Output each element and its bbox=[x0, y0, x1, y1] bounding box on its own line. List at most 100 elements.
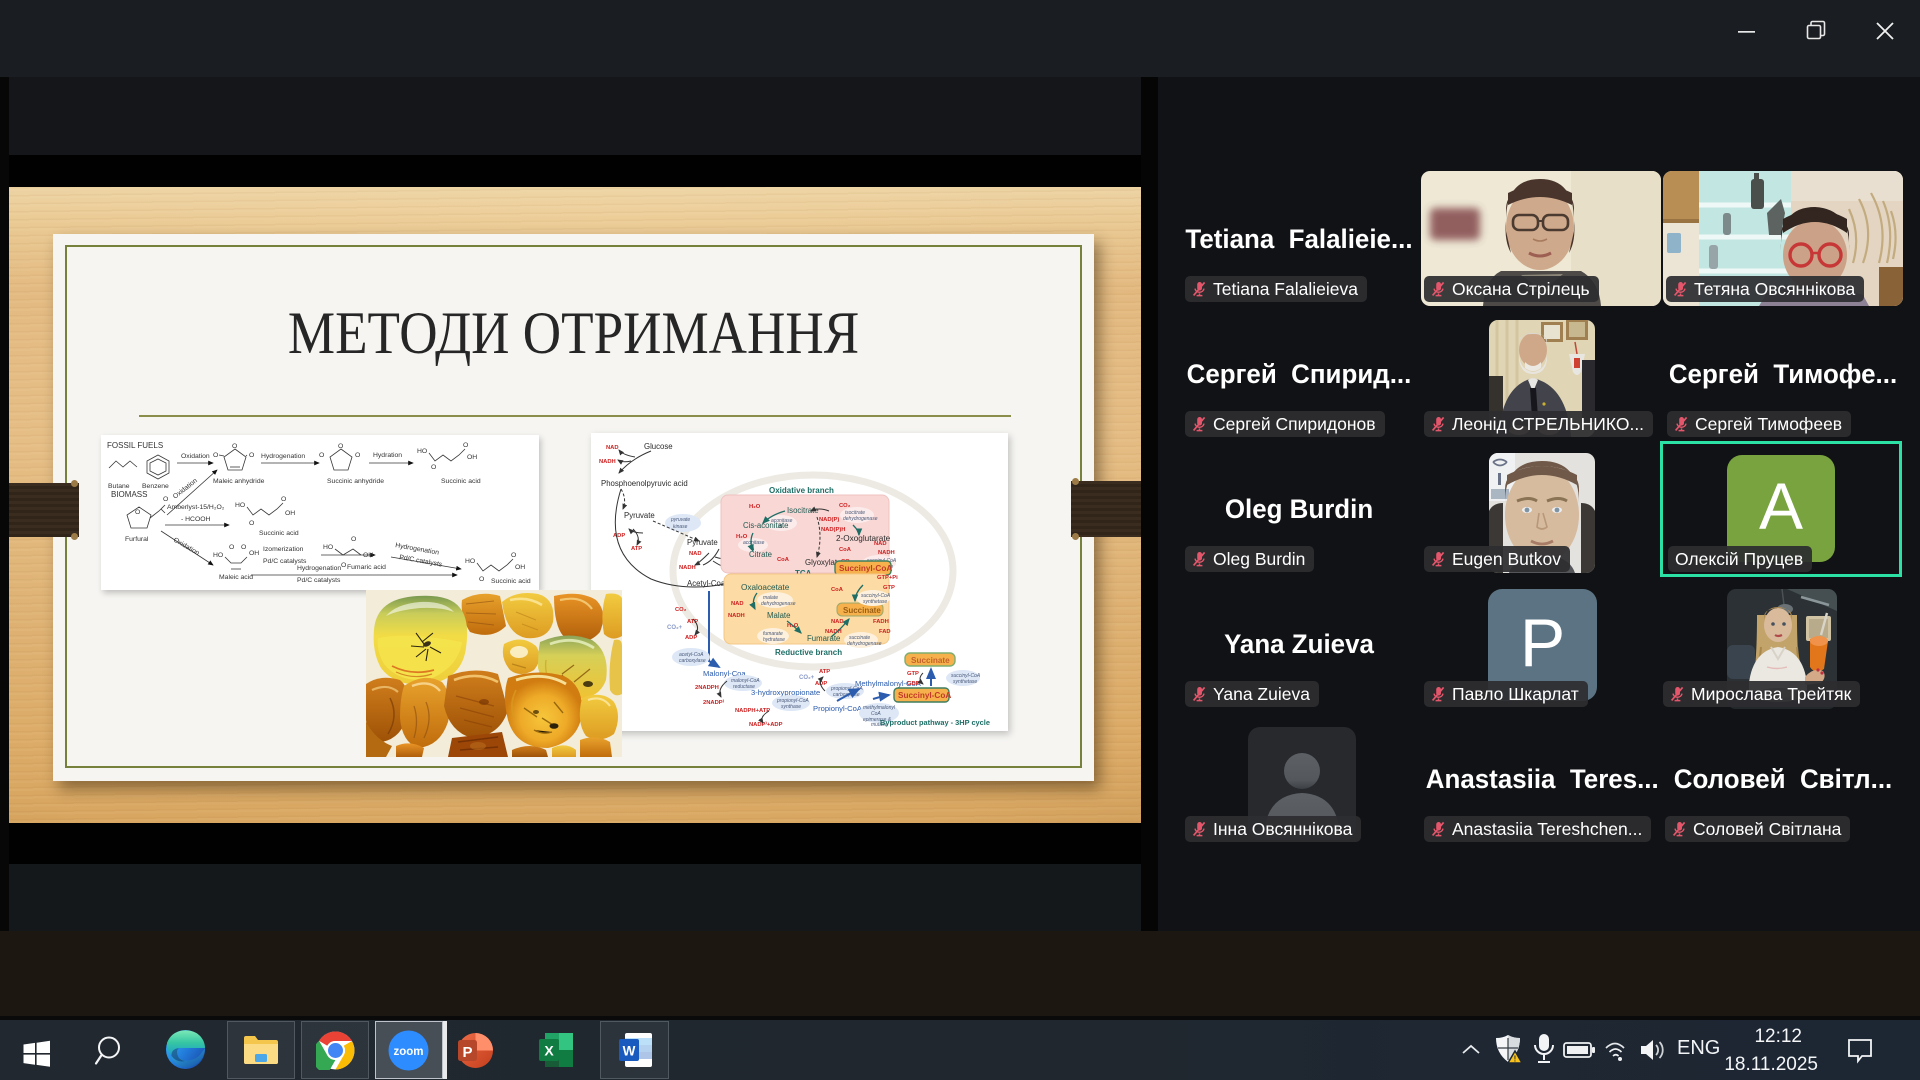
svg-text:Succinyl-CoA: Succinyl-CoA bbox=[839, 564, 892, 573]
svg-text:Succinate: Succinate bbox=[843, 606, 881, 615]
svg-text:CoA: CoA bbox=[777, 557, 790, 563]
svg-text:NAD: NAD bbox=[606, 445, 619, 451]
svg-text:HO: HO bbox=[465, 558, 475, 565]
svg-text:!: ! bbox=[1514, 1055, 1517, 1064]
svg-text:- HCOOH: - HCOOH bbox=[181, 516, 211, 523]
svg-text:Pyruvate: Pyruvate bbox=[687, 538, 718, 547]
svg-text:OH: OH bbox=[363, 552, 373, 559]
svg-text:O: O bbox=[281, 496, 286, 503]
svg-text:Pyruvate: Pyruvate bbox=[624, 511, 655, 520]
svg-text:synthetase: synthetase bbox=[863, 599, 887, 605]
svg-text:Citrate: Citrate bbox=[749, 550, 772, 559]
svg-text:ADP: ADP bbox=[685, 635, 697, 641]
svg-text:pyruvate: pyruvate bbox=[670, 517, 690, 523]
svg-text:O: O bbox=[351, 536, 356, 543]
svg-text:Pd/C catalysts: Pd/C catalysts bbox=[263, 558, 307, 565]
svg-text:Benzene: Benzene bbox=[142, 483, 169, 490]
svg-text:O: O bbox=[338, 443, 343, 450]
svg-text:O: O bbox=[229, 544, 234, 551]
svg-text:NAD: NAD bbox=[689, 551, 702, 557]
svg-text:Izomerization: Izomerization bbox=[263, 546, 304, 553]
svg-text:NAD: NAD bbox=[731, 601, 744, 607]
svg-text:Succinic acid: Succinic acid bbox=[491, 578, 531, 585]
svg-text:Succinic acid: Succinic acid bbox=[441, 478, 481, 485]
svg-text:CoA: CoA bbox=[831, 587, 844, 593]
svg-text:GTP+Pi: GTP+Pi bbox=[877, 575, 898, 581]
svg-text:Butane: Butane bbox=[108, 483, 130, 490]
svg-text:O: O bbox=[341, 562, 346, 569]
svg-text:Furfural: Furfural bbox=[125, 536, 149, 543]
svg-text:CoA: CoA bbox=[839, 547, 852, 553]
svg-text:Hydrogenation: Hydrogenation bbox=[297, 565, 341, 572]
svg-text:dehydrogenase: dehydrogenase bbox=[761, 601, 796, 607]
svg-text:Phosphoenolpyruvic acid: Phosphoenolpyruvic acid bbox=[601, 479, 688, 488]
svg-text:Glucose: Glucose bbox=[644, 442, 673, 451]
svg-text:GTP: GTP bbox=[907, 671, 919, 677]
svg-text:NADH: NADH bbox=[728, 613, 745, 619]
svg-text:Oxidative branch: Oxidative branch bbox=[769, 486, 834, 495]
svg-text:O: O bbox=[479, 576, 484, 583]
svg-text:ADP: ADP bbox=[613, 533, 625, 539]
svg-text:synthetase: synthetase bbox=[953, 679, 977, 685]
svg-text:Propionyl-CoA: Propionyl-CoA bbox=[813, 704, 863, 713]
svg-text:O: O bbox=[232, 443, 237, 450]
svg-text:carboxylase: carboxylase bbox=[679, 658, 706, 664]
svg-text:Pd/C catalysts: Pd/C catalysts bbox=[297, 577, 341, 584]
svg-text:Succinate: Succinate bbox=[911, 656, 950, 665]
svg-text:dehydrogenase: dehydrogenase bbox=[847, 641, 882, 647]
svg-text:2NADPH: 2NADPH bbox=[695, 685, 719, 691]
svg-text:OH: OH bbox=[467, 454, 477, 461]
svg-text:NADP⁾+ADP: NADP⁾+ADP bbox=[749, 721, 783, 728]
svg-text:Hydration: Hydration bbox=[373, 452, 402, 459]
svg-text:ATP: ATP bbox=[819, 669, 830, 675]
svg-text:CO₂+: CO₂+ bbox=[799, 675, 815, 681]
svg-text:OH: OH bbox=[515, 564, 525, 571]
svg-text:Malate: Malate bbox=[767, 611, 790, 620]
svg-text:CO₂: CO₂ bbox=[675, 607, 687, 613]
svg-text:Byproduct pathway - 3HP cycle: Byproduct pathway - 3HP cycle bbox=[880, 718, 990, 727]
svg-text:Fumarate: Fumarate bbox=[807, 634, 840, 643]
svg-text:OH: OH bbox=[249, 550, 259, 557]
svg-text:NAD(P)H: NAD(P)H bbox=[821, 527, 845, 533]
svg-text:O: O bbox=[355, 452, 360, 459]
svg-text:O: O bbox=[249, 520, 254, 527]
svg-text:X: X bbox=[544, 1043, 554, 1059]
svg-text:CO₂+: CO₂+ bbox=[667, 625, 683, 631]
svg-text:hydratase: hydratase bbox=[763, 637, 785, 643]
svg-text:Isocitrate: Isocitrate bbox=[787, 506, 819, 515]
svg-text:HO: HO bbox=[417, 448, 427, 455]
svg-text:GTP: GTP bbox=[883, 585, 895, 591]
svg-text:O: O bbox=[249, 452, 254, 459]
svg-text:FAD: FAD bbox=[879, 629, 891, 635]
svg-text:O: O bbox=[431, 464, 436, 471]
svg-text:Maleic anhydride: Maleic anhydride bbox=[213, 478, 265, 485]
svg-text:synthase: synthase bbox=[781, 704, 801, 710]
svg-text:HO: HO bbox=[323, 544, 333, 551]
svg-text:Hydrogenation: Hydrogenation bbox=[261, 453, 305, 460]
svg-text:2NADP⁾: 2NADP⁾ bbox=[703, 699, 725, 706]
svg-text:O: O bbox=[463, 442, 468, 449]
svg-text:Fumaric acid: Fumaric acid bbox=[347, 564, 386, 571]
svg-text:Reductive branch: Reductive branch bbox=[775, 648, 842, 657]
svg-text:H₂O: H₂O bbox=[749, 504, 761, 510]
svg-text:NAD(P): NAD(P) bbox=[819, 517, 839, 523]
svg-text:zoom: zoom bbox=[393, 1046, 423, 1058]
svg-text:GDP: GDP bbox=[907, 681, 920, 687]
svg-text:W: W bbox=[623, 1044, 636, 1059]
svg-text:FADH: FADH bbox=[873, 619, 889, 625]
svg-text:Oxidation: Oxidation bbox=[172, 537, 201, 558]
svg-text:NAD: NAD bbox=[874, 541, 887, 547]
svg-text:Succinic acid: Succinic acid bbox=[259, 530, 299, 537]
svg-text:ATP: ATP bbox=[631, 546, 642, 552]
svg-text:dehydrogenase: dehydrogenase bbox=[843, 516, 878, 522]
svg-text:O: O bbox=[163, 496, 168, 503]
svg-text:Amberlyst-15/H₂O₂: Amberlyst-15/H₂O₂ bbox=[167, 504, 225, 511]
svg-text:O: O bbox=[213, 452, 218, 459]
svg-text:NADH: NADH bbox=[599, 459, 616, 465]
svg-text:Maleic acid: Maleic acid bbox=[219, 574, 253, 581]
svg-text:Succinyl-CoA: Succinyl-CoA bbox=[898, 691, 951, 700]
svg-text:kinase: kinase bbox=[673, 524, 688, 530]
svg-text:Oxidation: Oxidation bbox=[172, 477, 199, 500]
svg-text:NADPH+ATP: NADPH+ATP bbox=[735, 708, 770, 714]
svg-text:BIOMASS: BIOMASS bbox=[111, 490, 147, 499]
